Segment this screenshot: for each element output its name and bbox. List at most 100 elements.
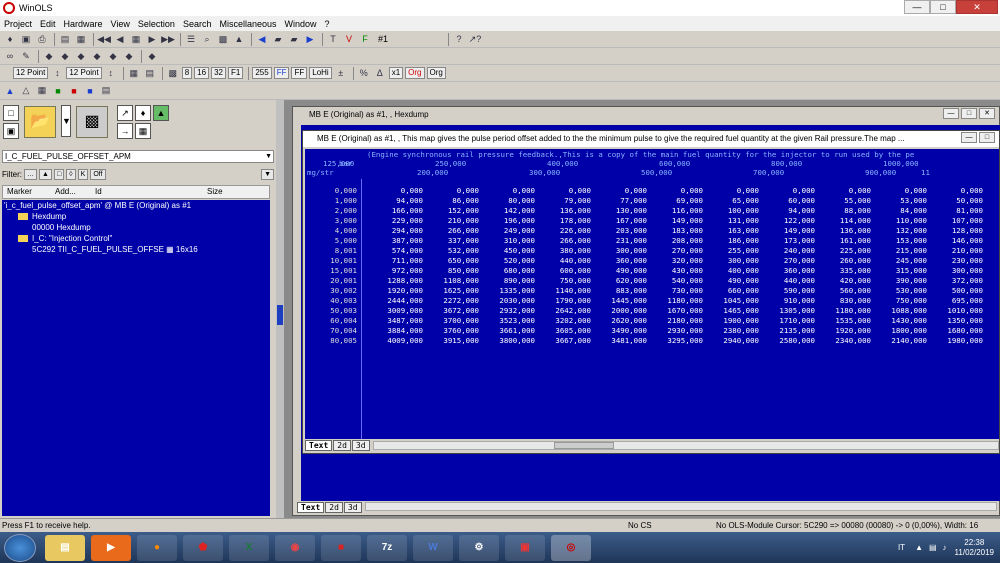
- table-cell[interactable]: 166,000: [371, 206, 423, 215]
- table-cell[interactable]: 530,000: [875, 286, 927, 295]
- volume-icon[interactable]: ♪: [943, 543, 947, 552]
- menu-selection[interactable]: Selection: [138, 19, 175, 29]
- table-cell[interactable]: 2642,000: [539, 306, 591, 315]
- table-cell[interactable]: 1335,000: [483, 286, 535, 295]
- table-cell[interactable]: 300,000: [931, 266, 983, 275]
- col-marker[interactable]: Marker: [3, 186, 51, 198]
- map-selector[interactable]: I_C_FUEL_PULSE_OFFSET_APM ▼: [2, 150, 274, 163]
- table-cell[interactable]: 131,000: [707, 216, 759, 225]
- chevron-down-icon[interactable]: ▼: [265, 151, 272, 162]
- table-cell[interactable]: 2135,000: [763, 326, 815, 335]
- maximize-button[interactable]: □: [930, 0, 956, 14]
- map-window-title[interactable]: MB E (Original) as #1, , This map gives …: [303, 131, 999, 147]
- table-cell[interactable]: 430,000: [651, 266, 703, 275]
- print-icon[interactable]: ⎙: [35, 33, 49, 46]
- filter-button-3[interactable]: □: [53, 168, 65, 180]
- table-cell[interactable]: 114,000: [819, 216, 871, 225]
- table-cell[interactable]: 245,000: [875, 256, 927, 265]
- tree-item[interactable]: 5C292 TII_C_FUEL_PULSE_OFFSE ▦ 16x16: [2, 244, 270, 255]
- tool6-icon[interactable]: ◆: [122, 50, 136, 63]
- win2-maximize-button[interactable]: □: [979, 132, 995, 143]
- table-cell[interactable]: 3884,000: [371, 326, 423, 335]
- context-help-icon[interactable]: ↗?: [468, 33, 482, 46]
- table-cell[interactable]: 620,000: [595, 276, 647, 285]
- tool2-icon[interactable]: ◆: [58, 50, 72, 63]
- explorer-icon[interactable]: ▤: [45, 534, 85, 561]
- grid-icon[interactable]: ▦: [129, 33, 143, 46]
- table-cell[interactable]: 210,000: [427, 216, 479, 225]
- table-cell[interactable]: 3800,000: [483, 336, 535, 345]
- media-player-icon[interactable]: ▶: [91, 534, 131, 561]
- table-cell[interactable]: 226,000: [539, 226, 591, 235]
- map-table[interactable]: (Engine synchronous rail pressure feedba…: [305, 149, 999, 439]
- radix-hex2-button[interactable]: FF: [291, 67, 308, 79]
- menu-window[interactable]: Window: [285, 19, 317, 29]
- table-cell[interactable]: 440,000: [539, 256, 591, 265]
- menu-miscellaneous[interactable]: Miscellaneous: [219, 19, 276, 29]
- table-cell[interactable]: 136,000: [539, 206, 591, 215]
- table-cell[interactable]: 208,000: [651, 236, 703, 245]
- table-cell[interactable]: 3009,000: [371, 306, 423, 315]
- table-cell[interactable]: 372,000: [931, 276, 983, 285]
- tool-app-icon[interactable]: ■: [321, 534, 361, 561]
- win1-close-button[interactable]: ✕: [979, 108, 995, 119]
- radix-dec-button[interactable]: 255: [252, 67, 272, 79]
- menu-view[interactable]: View: [111, 19, 130, 29]
- win1-maximize-button[interactable]: □: [961, 108, 977, 119]
- table-cell[interactable]: 1305,000: [763, 306, 815, 315]
- table-cell[interactable]: 0,000: [707, 186, 759, 195]
- tree-item[interactable]: I_C: "Injection Control": [2, 233, 270, 244]
- table-cell[interactable]: 890,000: [483, 276, 535, 285]
- menu-edit[interactable]: Edit: [40, 19, 56, 29]
- tray-arrow-icon[interactable]: ▲: [915, 543, 923, 552]
- filter-button-2[interactable]: ▲: [39, 168, 52, 180]
- columns-icon[interactable]: ▦: [127, 67, 141, 80]
- table-cell[interactable]: 1980,000: [931, 336, 983, 345]
- table-cell[interactable]: 77,000: [595, 196, 647, 205]
- tool-b-icon[interactable]: ♦: [135, 105, 151, 121]
- excel-icon[interactable]: X: [229, 534, 269, 561]
- filter-button-1[interactable]: …: [24, 168, 37, 180]
- table-cell[interactable]: 230,000: [931, 256, 983, 265]
- table-cell[interactable]: 3700,000: [427, 316, 479, 325]
- table-cell[interactable]: 231,000: [595, 236, 647, 245]
- table-cell[interactable]: 3605,000: [539, 326, 591, 335]
- col-size[interactable]: Size: [203, 186, 223, 198]
- x1-button[interactable]: x1: [388, 67, 404, 79]
- table-cell[interactable]: 400,000: [707, 266, 759, 275]
- table-cell[interactable]: 266,000: [427, 226, 479, 235]
- start-button[interactable]: [4, 533, 36, 562]
- table-cell[interactable]: 210,000: [931, 246, 983, 255]
- menu-hardware[interactable]: Hardware: [64, 19, 103, 29]
- table-cell[interactable]: 88,000: [819, 206, 871, 215]
- font-size-select-b[interactable]: 12 Point: [66, 67, 102, 79]
- table-cell[interactable]: 152,000: [427, 206, 479, 215]
- table-cell[interactable]: 50,000: [931, 196, 983, 205]
- table-cell[interactable]: 660,000: [707, 286, 759, 295]
- table-cell[interactable]: 122,000: [763, 216, 815, 225]
- table-cell[interactable]: 490,000: [595, 266, 647, 275]
- table-cell[interactable]: 520,000: [483, 256, 535, 265]
- table-cell[interactable]: 972,000: [371, 266, 423, 275]
- table-cell[interactable]: 186,000: [707, 236, 759, 245]
- menu-project[interactable]: Project: [4, 19, 32, 29]
- table-cell[interactable]: 0,000: [763, 186, 815, 195]
- table-cell[interactable]: 260,000: [819, 256, 871, 265]
- map-tab-text[interactable]: Text: [305, 439, 333, 451]
- table-cell[interactable]: 65,000: [707, 196, 759, 205]
- table-cell[interactable]: 163,000: [707, 226, 759, 235]
- table-cell[interactable]: 850,000: [427, 266, 479, 275]
- save-icon[interactable]: ▣: [3, 123, 19, 139]
- forward2-icon[interactable]: ▶: [303, 33, 317, 46]
- tree-item[interactable]: Hexdump: [2, 211, 270, 222]
- spin-a-icon[interactable]: ↕: [50, 67, 64, 80]
- table-cell[interactable]: 266,000: [539, 236, 591, 245]
- table-cell[interactable]: 3661,000: [483, 326, 535, 335]
- table-cell[interactable]: 2180,000: [651, 316, 703, 325]
- table-cell[interactable]: 94,000: [371, 196, 423, 205]
- spin-b-icon[interactable]: ↕: [104, 67, 118, 80]
- table-cell[interactable]: 3672,000: [427, 306, 479, 315]
- tree-item[interactable]: 'i_c_fuel_pulse_offset_apm' @ MB E (Orig…: [2, 200, 270, 211]
- tab-3d[interactable]: 3d: [343, 502, 362, 513]
- import-icon[interactable]: ▩: [76, 106, 108, 138]
